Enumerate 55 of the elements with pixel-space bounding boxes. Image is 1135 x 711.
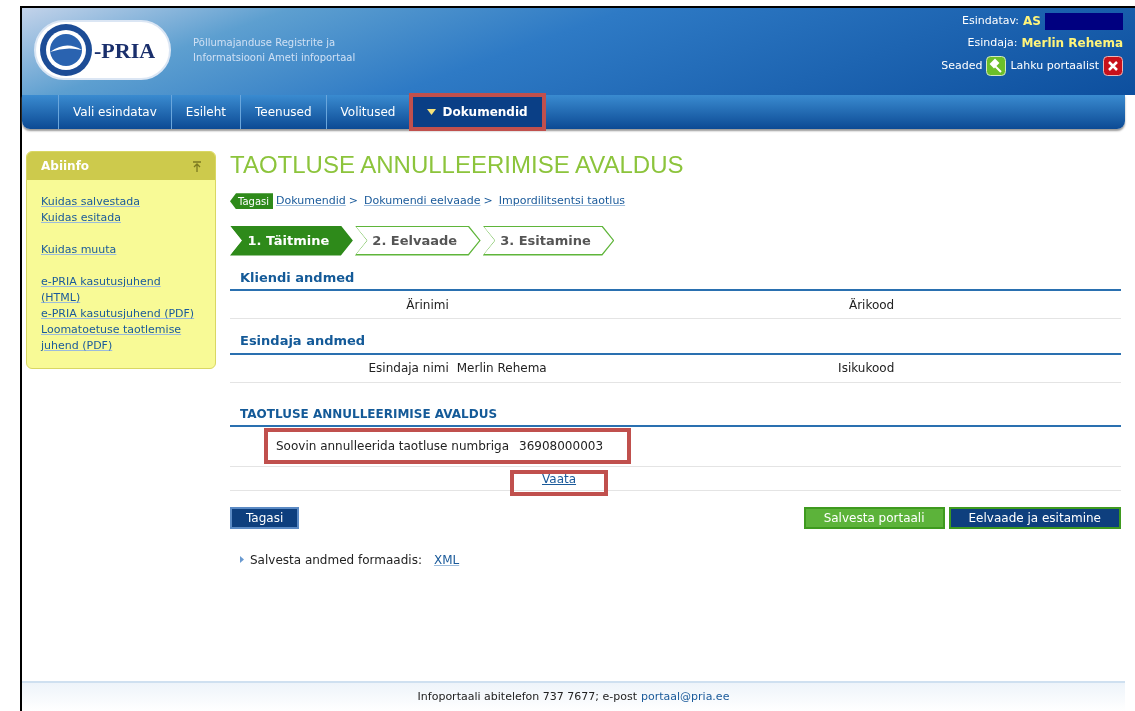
field-label: Esindaja nimi [367,360,449,377]
logo-text: -PRIA [94,36,156,65]
wizard-step: 2. Eelvaade [354,225,481,256]
portal-subtitle: Põllumajanduse Registrite ja [193,36,337,50]
help-panel-title: Abiinfo [41,158,90,175]
wizard-step: 3. Esitamine [482,225,615,256]
xml-link[interactable]: XML [433,550,460,569]
breadcrumb-link[interactable]: Dokumendi eelvaade [363,193,481,210]
email-link[interactable]: portaal@pria.ee [641,688,730,706]
export-label: Salvesta andmed formaadis: [250,551,422,569]
logo[interactable]: -PRIA [34,20,172,80]
page-title: TAOTLUSE ANNULLEERIMISE AVALDUS [230,151,685,179]
nav-tab[interactable]: Vali esindatav [59,95,171,129]
nav-tab[interactable]: Volitused [326,95,410,129]
back-tag-button[interactable]: Tagasi [230,193,274,210]
back-button[interactable]: Tagasi [230,506,300,529]
bullet-arrow-icon [240,556,244,563]
nav-tab[interactable]: Esileht [171,95,241,129]
logout-link[interactable]: Lahku portaalist [1010,57,1099,75]
hammer-icon[interactable] [986,56,1007,76]
view-link[interactable]: Vaata [542,470,577,488]
request-label: Soovin annulleerida taotluse numbriga [276,438,510,455]
portal-subtitle: Informatsiooni Ameti infoportaal [193,51,356,65]
representative-name: Merlin Rehema [1021,35,1123,52]
caret-icon [427,109,437,115]
breadcrumb-separator: > [483,193,493,209]
help-link[interactable]: e-PRIA kasutusjuhend (HTML) [41,274,201,306]
preview-submit-button[interactable]: Eelvaade ja esitamine [948,506,1121,529]
application-number: 36908000003 [519,438,604,455]
help-link[interactable]: Loomatoetuse taotlemise juhend (PDF) [41,322,201,354]
settings-link[interactable]: Seaded [941,57,983,75]
pin-icon[interactable] [193,160,201,172]
nav-tab[interactable]: Dokumendid [413,97,542,127]
field-value: Merlin Rehema [456,360,548,377]
breadcrumb-link[interactable]: Dokumendid [276,193,346,210]
representative-label: Esindaja: [967,35,1018,51]
help-link[interactable]: Kuidas muuta [41,242,201,258]
close-icon[interactable] [1103,56,1123,76]
field-label: Isikukood [837,360,895,377]
help-link[interactable]: Kuidas salvestada [41,194,201,210]
footer-text: Infoportaali abitelefon 737 7677; e-post [417,688,637,705]
logo-emblem-icon [38,22,94,78]
help-link[interactable]: Kuidas esitada [41,210,201,226]
nav-tab[interactable]: Teenused [241,95,326,129]
field-label: Ärinimi [405,296,449,314]
breadcrumb-separator: > [348,193,358,209]
represented-label: Esindatav: [961,13,1020,29]
breadcrumb-link[interactable]: Impordilitsentsi taotlus [498,193,626,210]
wizard-step: 1. Täitmine [230,225,353,256]
section-heading: TAOTLUSE ANNULLEERIMISE AVALDUS [230,404,1121,427]
field-label: Ärikood [847,296,895,314]
section-heading: Esindaja andmed [230,331,1121,355]
section-heading: Kliendi andmed [230,267,1121,291]
help-link[interactable]: e-PRIA kasutusjuhend (PDF) [41,306,201,322]
represented-value: AS [1023,13,1041,30]
